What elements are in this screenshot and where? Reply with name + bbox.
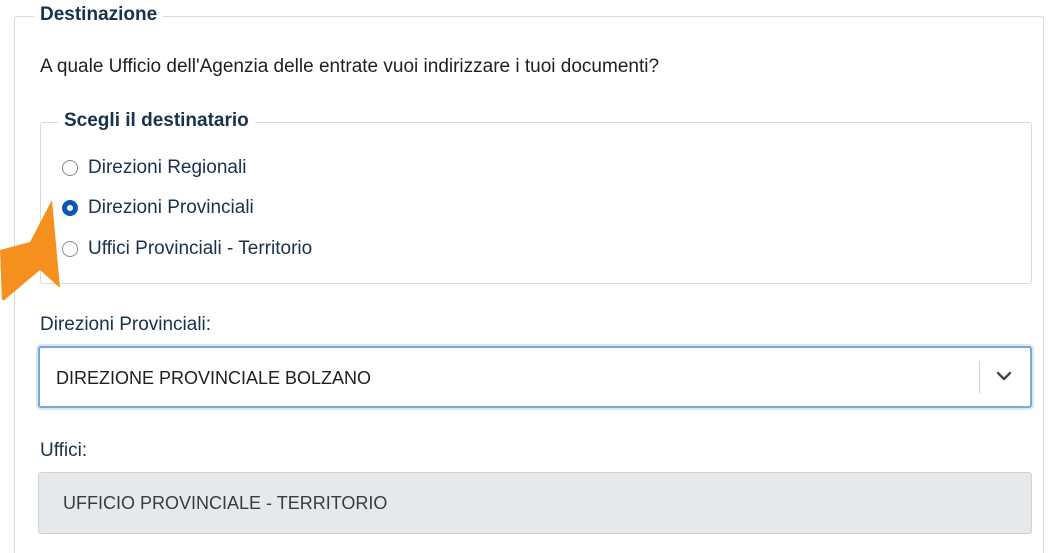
destination-form: Destinazione A quale Ufficio dell'Agenzi… xyxy=(0,0,1058,553)
select-divider xyxy=(979,361,980,393)
radio-option-direzioni-provinciali[interactable]: Direzioni Provinciali xyxy=(62,195,254,221)
offices-field-value: UFFICIO PROVINCIALE - TERRITORIO xyxy=(63,493,388,513)
offices-field: UFFICIO PROVINCIALE - TERRITORIO xyxy=(38,472,1032,534)
radio-label: Direzioni Regionali xyxy=(88,157,247,178)
radio-option-direzioni-regionali[interactable]: Direzioni Regionali xyxy=(62,155,246,181)
radio-label: Uffici Provinciali - Territorio xyxy=(88,238,313,259)
arrow-pointer-icon xyxy=(0,200,60,300)
provincial-select-label: Direzioni Provinciali: xyxy=(40,314,212,335)
radio-button[interactable] xyxy=(62,160,78,176)
chevron-down-icon[interactable] xyxy=(992,364,1016,388)
destination-question: A quale Ufficio dell'Agenzia delle entra… xyxy=(40,56,660,77)
provincial-select-value: DIREZIONE PROVINCIALE BOLZANO xyxy=(56,368,372,388)
radio-label: Direzioni Provinciali xyxy=(88,197,254,218)
provincial-select[interactable]: DIREZIONE PROVINCIALE BOLZANO xyxy=(38,346,1032,408)
destination-legend: Destinazione xyxy=(34,4,164,26)
recipient-legend: Scegli il destinatario xyxy=(58,110,255,132)
radio-option-uffici-provinciali-territorio[interactable]: Uffici Provinciali - Territorio xyxy=(62,236,312,262)
offices-label: Uffici: xyxy=(40,440,88,461)
